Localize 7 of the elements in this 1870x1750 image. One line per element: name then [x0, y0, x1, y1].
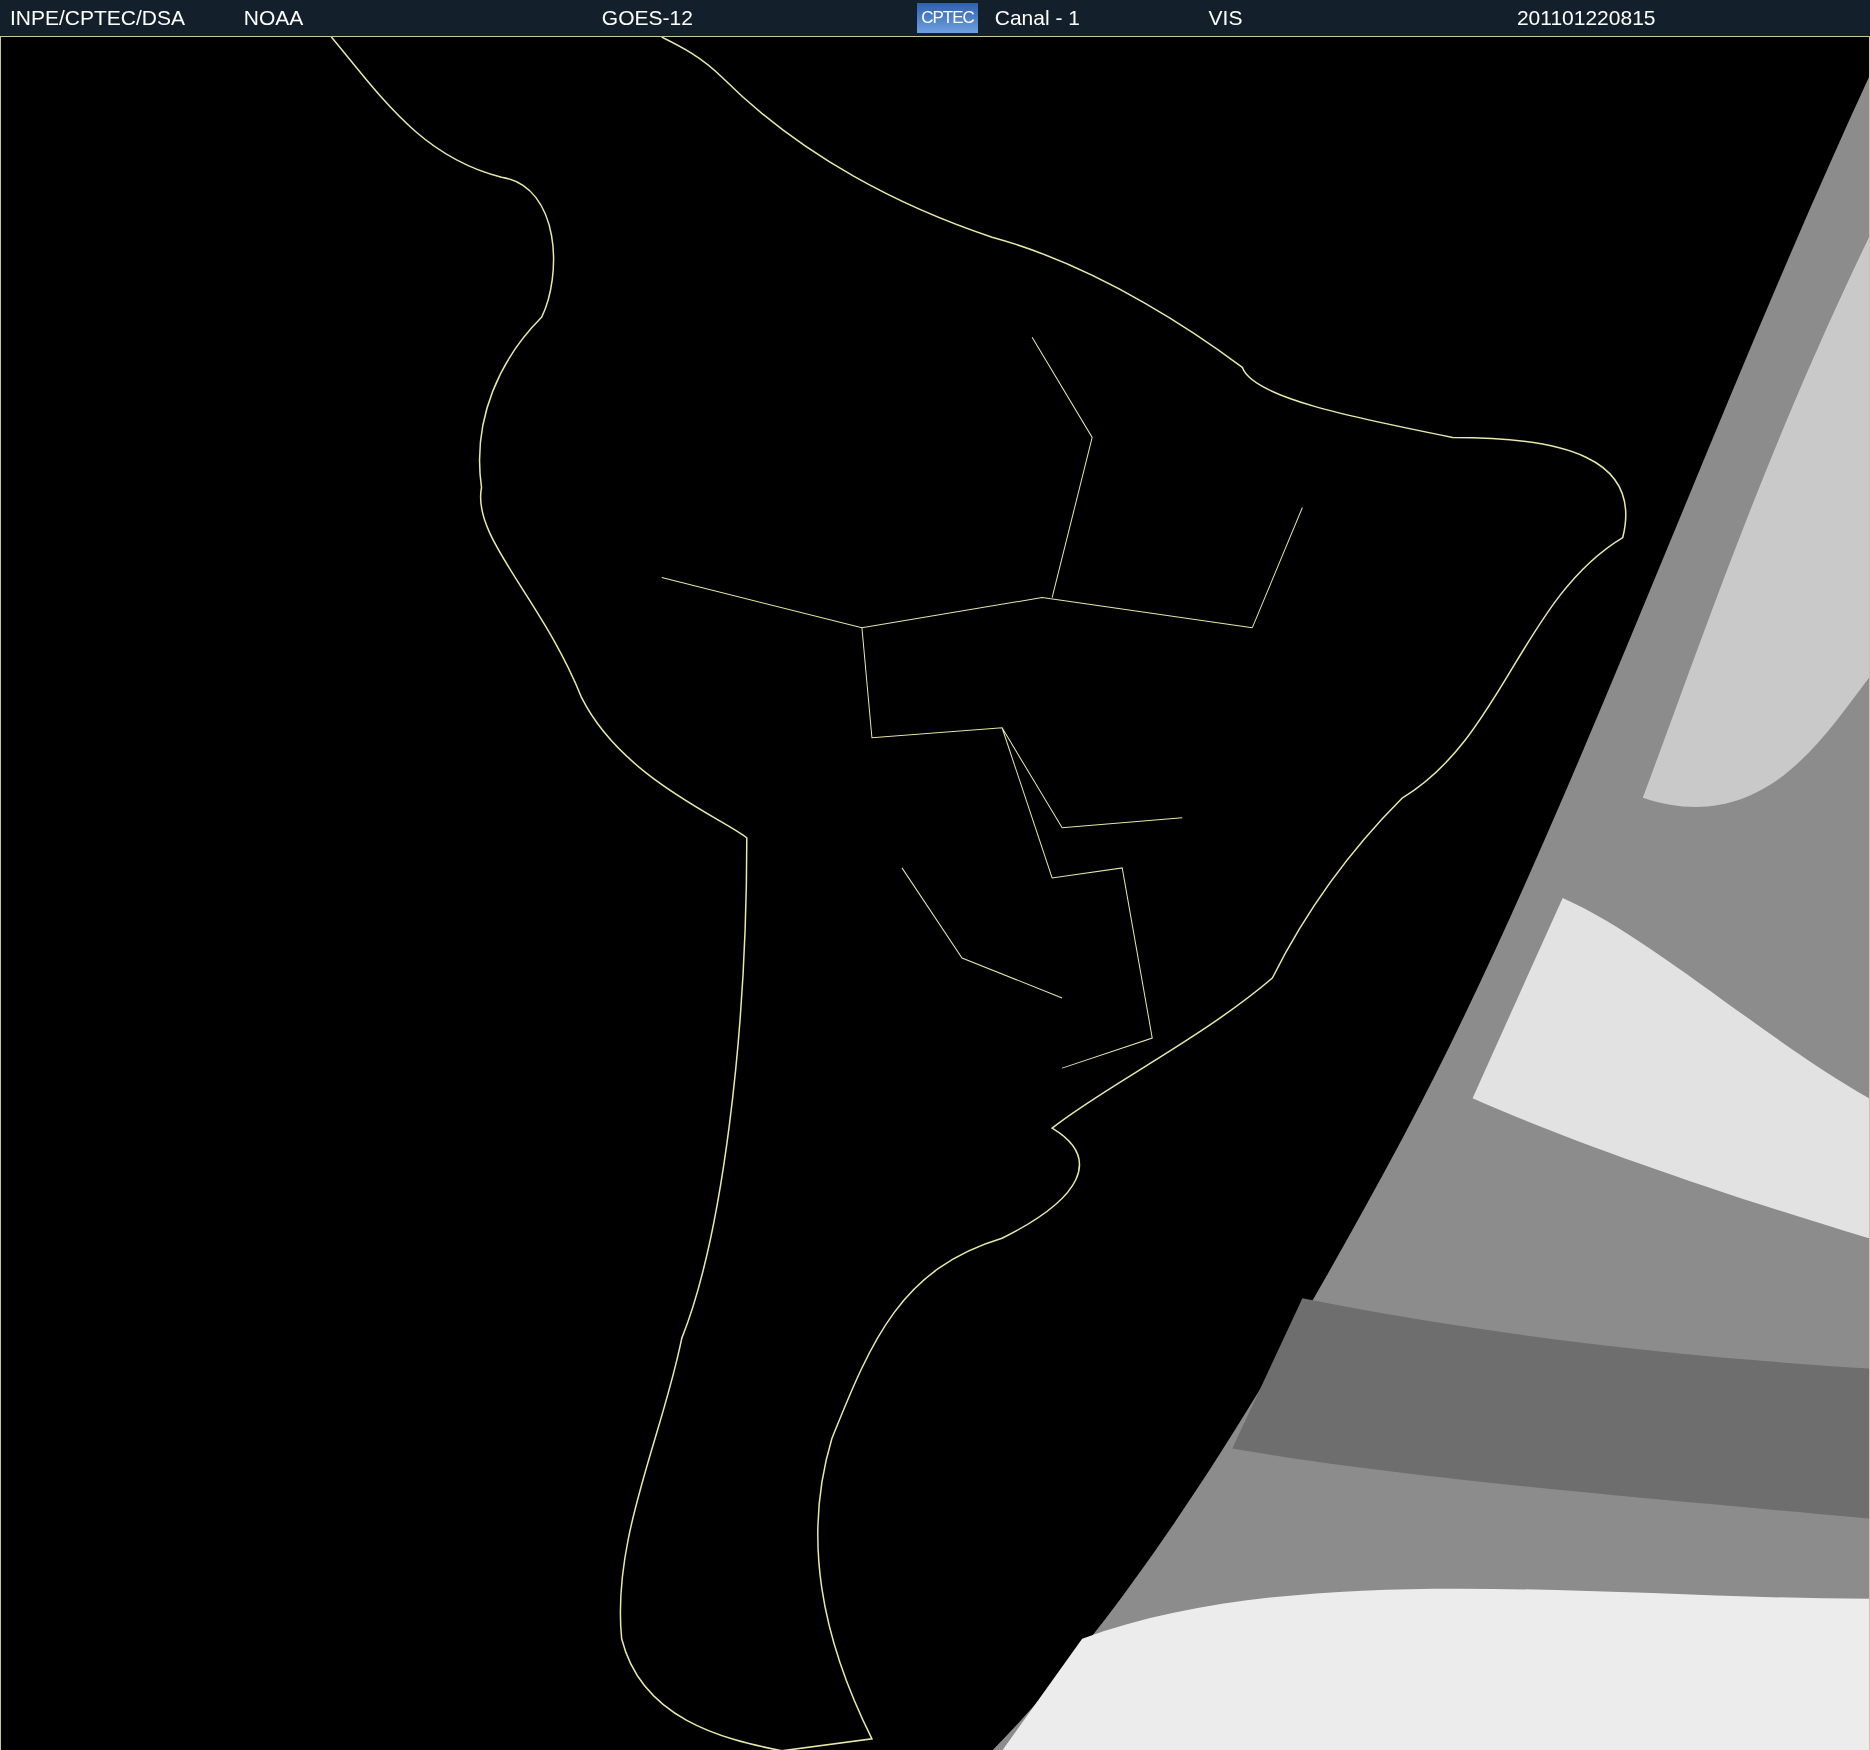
header-text: 201101220815 — [1516, 6, 1656, 30]
header-text: GOES-12 — [601, 6, 693, 30]
header-text: Canal - 1 — [994, 6, 1080, 30]
header-text: INPE/CPTEC/DSA — [10, 6, 186, 30]
header-text: VIS — [1208, 6, 1243, 30]
logo: CPTEC — [917, 3, 978, 33]
header-text: NOAA — [243, 6, 304, 30]
